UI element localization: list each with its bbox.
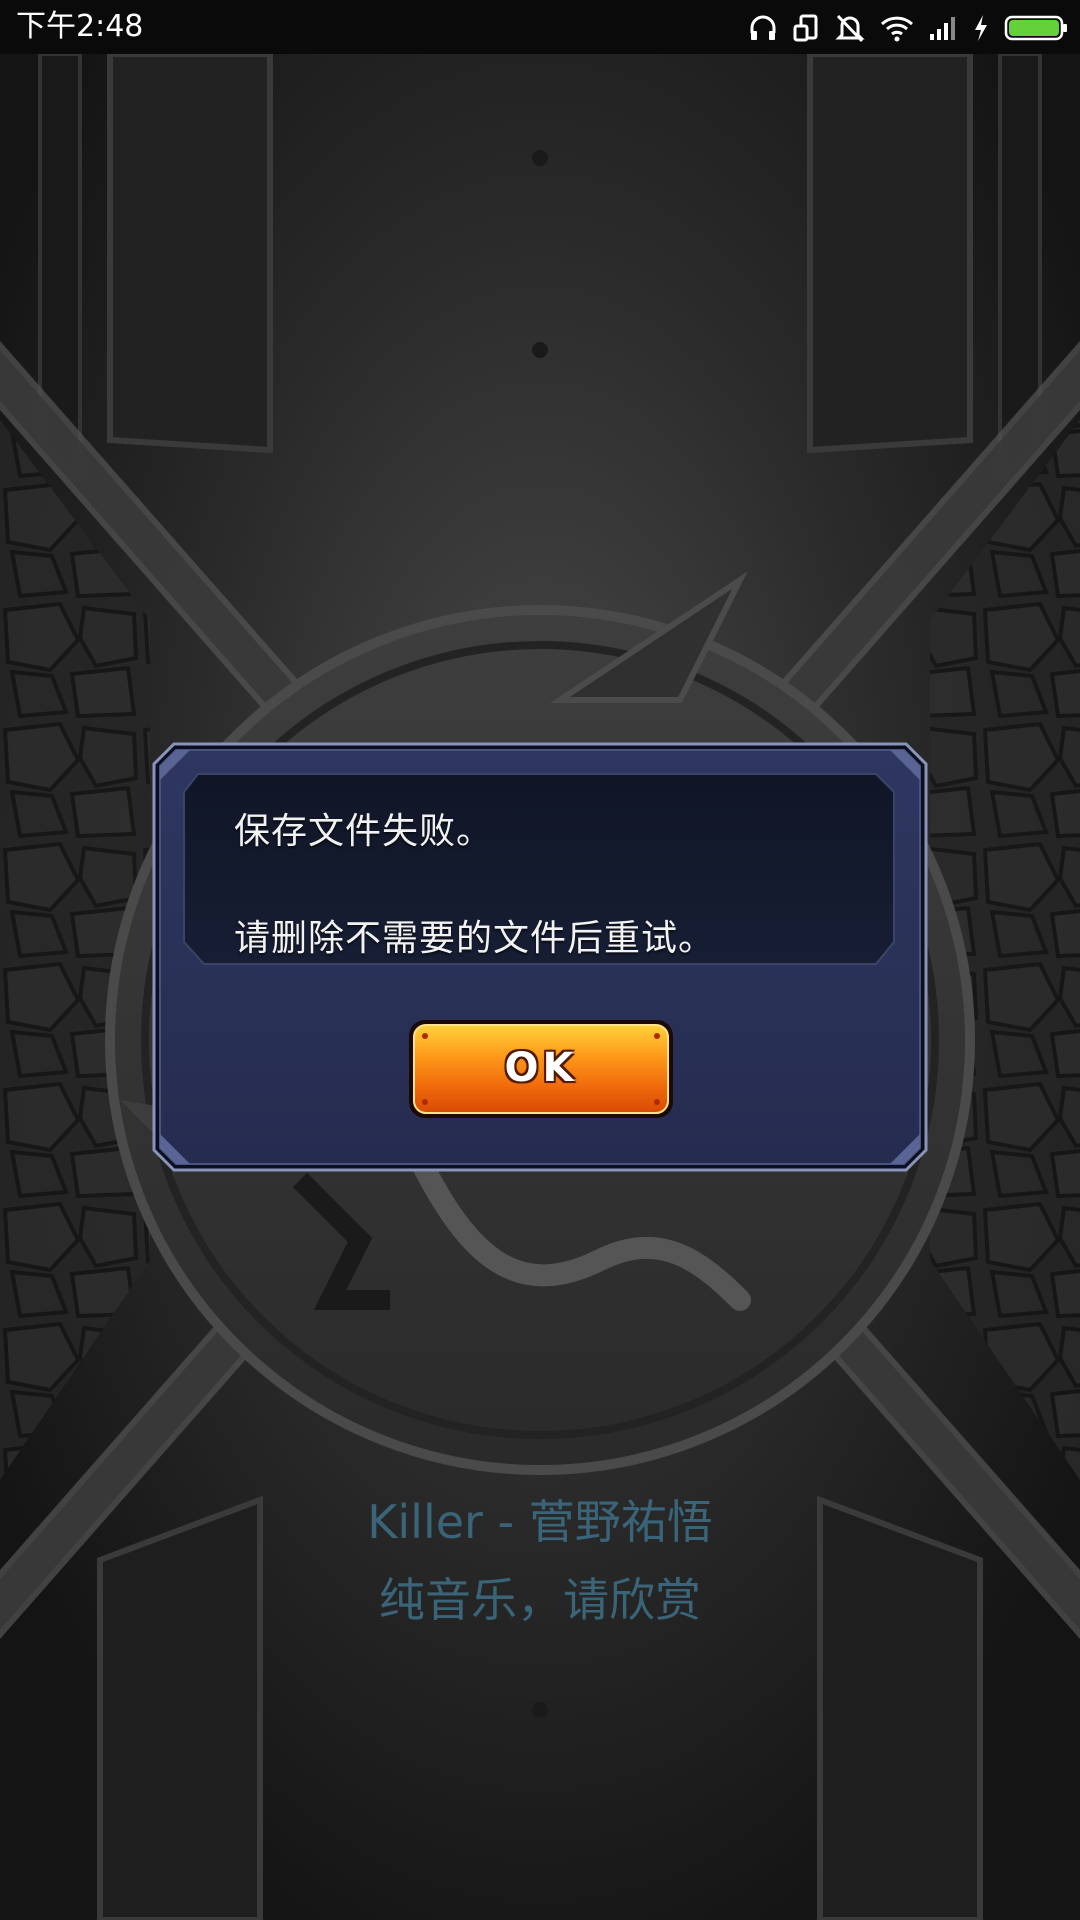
wifi-icon [880,16,914,42]
error-dialog: 保存文件失败。 请删除不需要的文件后重试。 OK [152,742,928,1172]
ok-button[interactable]: OK [407,1018,675,1122]
error-message-title: 保存文件失败。 [234,811,494,852]
music-title: Killer - 菅野祐悟 [367,1495,713,1549]
battery-icon [1004,15,1067,41]
error-message-hint: 请删除不需要的文件后重试。 [234,918,716,959]
ok-button-label: OK [504,1045,578,1091]
screen-rotation-icon [793,14,818,42]
status-time: 下午2:48 [16,9,144,44]
message-box: 保存文件失败。 请删除不需要的文件后重试。 [184,774,894,964]
charging-bolt-icon [975,15,987,41]
headphones-icon [750,15,776,40]
status-icons [734,10,1068,46]
music-subtitle: 纯音乐，请欣赏 [379,1573,701,1627]
status-bar: 下午2:48 [0,0,1080,54]
silent-mode-icon [835,14,865,43]
cellular-signal-icon [930,17,955,40]
